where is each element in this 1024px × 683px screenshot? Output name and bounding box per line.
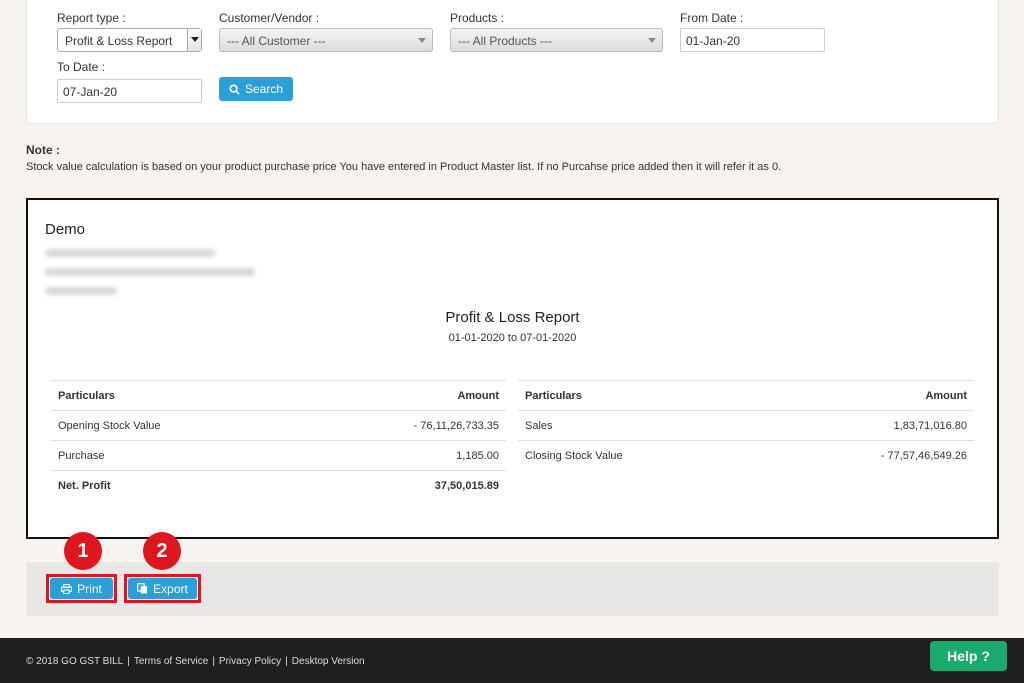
export-label: Export <box>153 581 188 596</box>
report-type-label: Report type : <box>57 11 126 25</box>
report-type-select[interactable]: Profit & Loss Report <box>57 28 202 52</box>
print-label: Print <box>77 581 102 596</box>
income-table: Particulars Amount Sales 1,83,71,016.80 … <box>518 380 974 471</box>
amount-cell: - 76,11,26,733.35 <box>296 410 506 441</box>
blurred-address-line <box>45 287 117 295</box>
report-panel: Demo Profit & Loss Report 01-01-2020 to … <box>26 198 999 539</box>
amount-cell: 37,50,015.89 <box>296 470 506 501</box>
amount-cell: - 77,57,46,549.26 <box>758 440 974 471</box>
print-button[interactable]: Print <box>50 578 113 599</box>
table-row: Sales 1,83,71,016.80 <box>518 410 974 441</box>
blurred-address-line <box>45 249 215 257</box>
help-button[interactable]: Help ? <box>930 641 1007 671</box>
table-header-row: Particulars Amount <box>51 380 506 411</box>
particular-cell: Closing Stock Value <box>518 440 759 471</box>
search-button[interactable]: Search <box>219 77 293 101</box>
desktop-version-link[interactable]: Desktop Version <box>292 656 365 667</box>
footer-separator: | <box>212 656 215 667</box>
chevron-down-icon <box>418 38 426 43</box>
export-icon <box>137 583 148 594</box>
from-date-label: From Date : <box>680 11 744 25</box>
table-row: Purchase 1,185.00 <box>51 440 506 471</box>
annotation-marker: 2 <box>143 532 181 570</box>
privacy-link[interactable]: Privacy Policy <box>219 656 281 667</box>
products-value: --- All Products --- <box>458 34 553 48</box>
footer-separator: | <box>285 656 288 667</box>
to-date-label: To Date : <box>57 60 106 74</box>
copyright-text: © 2018 GO GST BILL <box>26 656 124 667</box>
column-header: Particulars <box>518 380 759 411</box>
note-text: Stock value calculation is based on your… <box>26 161 782 173</box>
products-select[interactable]: --- All Products --- <box>450 28 663 52</box>
footer: © 2018 GO GST BILL | Terms of Service | … <box>0 638 1024 683</box>
table-row: Closing Stock Value - 77,57,46,549.26 <box>518 440 974 471</box>
particular-cell: Sales <box>518 410 759 441</box>
report-type-value: Profit & Loss Report <box>65 34 173 48</box>
terms-link[interactable]: Terms of Service <box>134 656 208 667</box>
from-date-input[interactable]: 01-Jan-20 <box>680 28 825 52</box>
particular-cell: Opening Stock Value <box>51 410 297 441</box>
table-header-row: Particulars Amount <box>518 380 974 411</box>
company-name: Demo <box>45 221 86 238</box>
export-button[interactable]: Export <box>128 578 197 599</box>
note-title: Note : <box>26 143 60 157</box>
footer-separator: | <box>127 656 130 667</box>
to-date-input[interactable]: 07-Jan-20 <box>57 79 202 103</box>
column-header: Particulars <box>51 380 297 411</box>
expenses-table: Particulars Amount Opening Stock Value -… <box>51 380 506 501</box>
chevron-down-icon <box>648 38 656 43</box>
products-label: Products : <box>450 11 505 25</box>
print-icon <box>61 583 73 594</box>
particular-cell: Purchase <box>51 440 297 471</box>
column-header: Amount <box>758 380 974 411</box>
report-period: 01-01-2020 to 07-01-2020 <box>448 332 577 344</box>
search-icon <box>229 83 240 95</box>
customer-label: Customer/Vendor : <box>219 11 320 25</box>
amount-cell: 1,185.00 <box>296 440 506 471</box>
annotation-marker: 1 <box>64 532 102 570</box>
amount-cell: 1,83,71,016.80 <box>758 410 974 441</box>
customer-select[interactable]: --- All Customer --- <box>219 28 433 52</box>
column-header: Amount <box>296 380 506 411</box>
footer-links: © 2018 GO GST BILL | Terms of Service | … <box>26 656 365 667</box>
particular-cell: Net. Profit <box>51 470 297 501</box>
search-label: Search <box>244 82 284 96</box>
blurred-address-line <box>45 268 255 276</box>
customer-value: --- All Customer --- <box>227 34 326 48</box>
table-row: Opening Stock Value - 76,11,26,733.35 <box>51 410 506 441</box>
report-title: Profit & Loss Report <box>445 309 580 326</box>
table-row: Net. Profit 37,50,015.89 <box>51 470 506 501</box>
filter-panel: Report type : Profit & Loss Report Custo… <box>26 0 999 124</box>
dropdown-arrow-icon <box>187 29 201 51</box>
